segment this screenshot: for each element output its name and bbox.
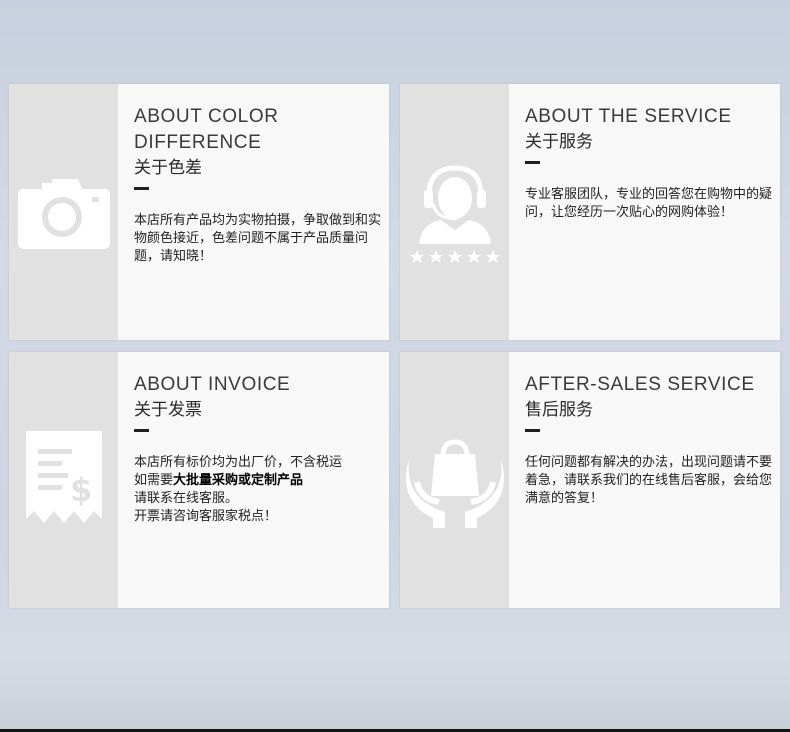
body-text: 请联系在线客服。 bbox=[134, 491, 239, 506]
body-text: 开票请咨询客服家税点！ bbox=[134, 509, 278, 524]
card-body-line: 请联系在线客服。 bbox=[134, 490, 381, 508]
service-card: ABOUT THE SERVICE 关于服务 专业客服团队，专业的回答您在购物中… bbox=[400, 84, 780, 340]
background-floor bbox=[0, 610, 790, 732]
card-title: ABOUT COLOR DIFFERENCE bbox=[134, 106, 279, 153]
receipt-icon: $ bbox=[25, 431, 102, 523]
svg-text:$: $ bbox=[70, 471, 92, 509]
card-subtitle: 关于色差 bbox=[134, 158, 202, 178]
body-text: 如需要 bbox=[134, 473, 174, 488]
card-subtitle: 关于服务 bbox=[525, 132, 593, 152]
hands-bag-icon bbox=[405, 439, 504, 528]
title-dash bbox=[134, 187, 149, 190]
card-title: ABOUT THE SERVICE bbox=[525, 106, 732, 127]
icon-column bbox=[400, 84, 509, 340]
icon-column bbox=[400, 352, 509, 608]
title-dash bbox=[525, 429, 540, 432]
customer-service-icon bbox=[409, 165, 500, 263]
card-body-line: 本店所有标价均为出厂价，不含税运 bbox=[134, 454, 381, 472]
title-dash bbox=[134, 429, 149, 432]
card-title: AFTER-SALES SERVICE bbox=[525, 374, 755, 395]
card-title: ABOUT INVOICE bbox=[134, 374, 291, 395]
card-body: 本店所有产品均为实物拍摄，争取做到和实物颜色接近，色差问题不属于产品质量问题，请… bbox=[134, 213, 382, 264]
invoice-card: $ ABOUT INVOICE 关于发票 本店所有标价均为出厂价，不含税运 如需… bbox=[9, 352, 389, 608]
body-emphasis: 大批量采购或定制产品 bbox=[173, 473, 304, 488]
icon-column: $ bbox=[9, 352, 118, 608]
color-difference-card: ABOUT COLOR DIFFERENCE 关于色差 本店所有产品均为实物拍摄… bbox=[9, 84, 389, 340]
card-body-line: 如需要大批量采购或定制产品 bbox=[134, 472, 381, 490]
title-dash bbox=[525, 161, 540, 164]
body-text: 本店所有标价均为出厂价，不含税运 bbox=[134, 455, 343, 470]
camera-icon bbox=[17, 179, 110, 249]
card-body: 专业客服团队，专业的回答您在购物中的疑问，让您经历一次贴心的网购体验！ bbox=[525, 187, 773, 220]
card-subtitle: 关于发票 bbox=[134, 400, 202, 420]
after-sales-card: AFTER-SALES SERVICE 售后服务 任何问题都有解决的办法，出现问… bbox=[400, 352, 780, 608]
card-subtitle: 售后服务 bbox=[525, 400, 593, 420]
card-body: 任何问题都有解决的办法，出现问题请不要着急，请联系我们的在线售后客服，会给您满意… bbox=[525, 455, 773, 506]
card-body-line: 开票请咨询客服家税点！ bbox=[134, 508, 381, 526]
icon-column bbox=[9, 84, 118, 340]
